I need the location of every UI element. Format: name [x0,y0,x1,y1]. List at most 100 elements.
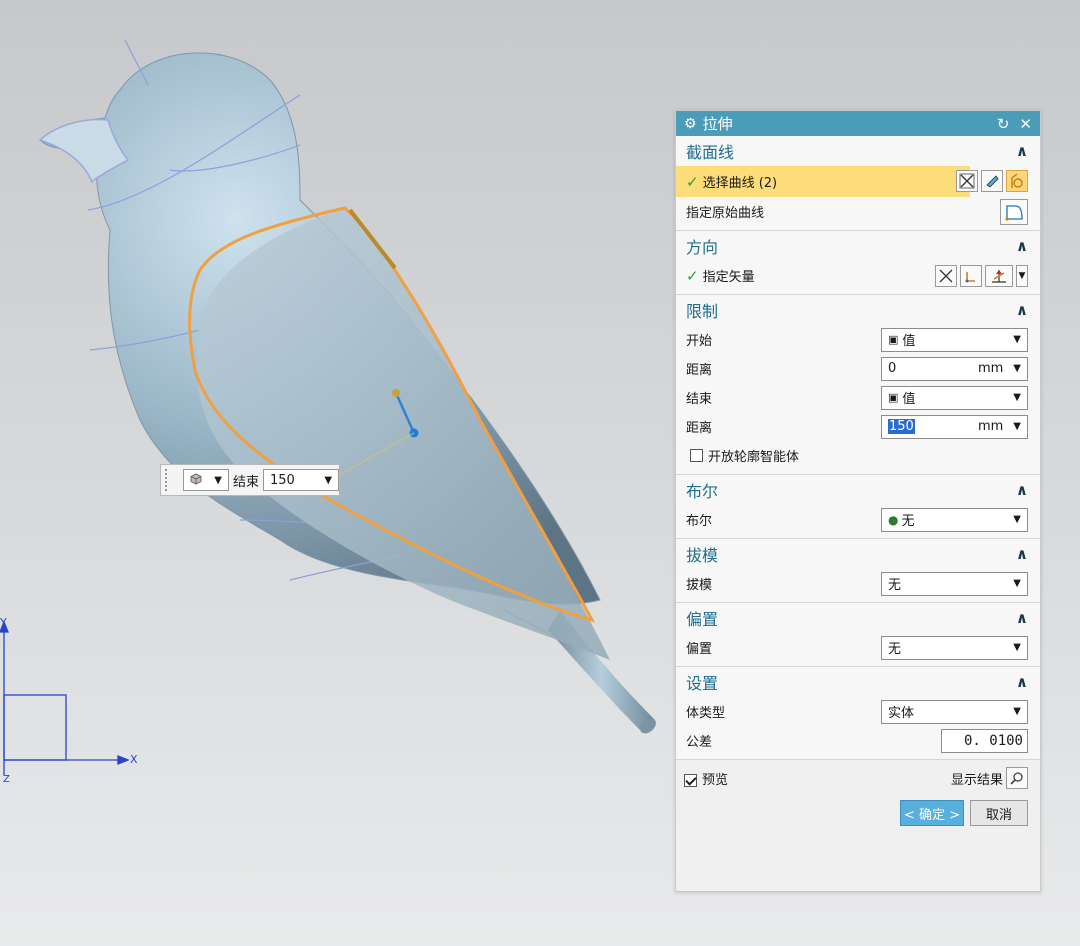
z-axis-label: Z [3,774,10,785]
limits-header[interactable]: 限制 ∧ [676,295,1040,325]
dropdown-arrow-icon: ▼ [1013,363,1021,374]
end-type-select[interactable]: ▣ 值 ▼ [881,385,1028,410]
draft-select[interactable]: 无 ▼ [881,571,1028,596]
limits-title: 限制 [686,302,719,321]
section-title: 截面线 [686,143,735,162]
dropdown-arrow-icon: ▼ [324,474,333,486]
dropdown-arrow-icon: ▼ [214,474,222,486]
start-distance-input[interactable]: 0 mm ▼ [881,356,1028,381]
boolean-row: 布尔 ● 无 ▼ [676,505,1040,534]
start-type-value: 值 [902,334,916,349]
checkmark-icon: ✓ [686,172,699,191]
select-curve-button[interactable] [1006,170,1028,192]
offset-title: 偏置 [686,610,719,629]
collapse-caret-icon[interactable]: ∧ [1016,237,1028,255]
tolerance-input[interactable]: 0. 0100 [941,728,1028,753]
preview-row[interactable]: 预览 [684,769,728,788]
boolean-title: 布尔 [686,482,719,501]
end-label: 结束 [233,474,260,490]
start-distance-row: 距离 0 mm ▼ [676,354,1040,383]
boolean-select[interactable]: ● 无 ▼ [881,507,1028,532]
dialog-footer: 预览 显示结果 < 确定 > 取消 [676,760,1040,826]
collapse-caret-icon[interactable]: ∧ [1016,545,1028,563]
magnifier-icon[interactable] [1006,767,1028,789]
section-header[interactable]: 截面线 ∧ [676,136,1040,166]
preview-checkbox[interactable] [684,773,697,787]
limits-group: 限制 ∧ 开始 ▣ 值 ▼ 距离 0 mm ▼ 结束 ▣ 值 ▼ 距离 150 … [676,295,1040,475]
collapse-caret-icon[interactable]: ∧ [1016,142,1028,160]
end-distance-value: 150 [888,419,915,434]
open-profile-row[interactable]: 开放轮廓智能体 [676,441,1040,470]
section-group: 截面线 ∧ ✓ 选择曲线 (2) 指定原始曲线 [676,136,1040,231]
extrude-dialog: ⚙ 拉伸 ↻ ✕ 截面线 ∧ ✓ 选择曲线 (2) 指定原始曲线 方向 ∧ ✓ … [675,110,1041,892]
draft-value: 无 [888,578,902,593]
boolean-header[interactable]: 布尔 ∧ [676,475,1040,505]
sketch-section-button[interactable] [981,170,1003,192]
cancel-button[interactable]: 取消 [970,800,1028,826]
dropdown-arrow-icon: ▼ [1013,706,1021,717]
unit-label: mm [977,361,1004,376]
tolerance-row: 公差 0. 0100 [676,726,1040,755]
select-curve-label: 选择曲线 (2) [702,176,778,191]
collapse-caret-icon[interactable]: ∧ [1016,481,1028,499]
collapse-caret-icon[interactable]: ∧ [1016,609,1028,627]
dialog-titlebar[interactable]: ⚙ 拉伸 ↻ ✕ [676,111,1040,136]
offset-label: 偏置 [686,642,713,657]
direction-header[interactable]: 方向 ∧ [676,231,1040,261]
original-curve-label: 指定原始曲线 [686,206,765,221]
dropdown-arrow-icon: ▼ [1013,514,1021,525]
offset-header[interactable]: 偏置 ∧ [676,603,1040,633]
original-curve-button[interactable] [1000,198,1028,225]
settings-group: 设置 ∧ 体类型 实体 ▼ 公差 0. 0100 [676,667,1040,760]
draft-title: 拔模 [686,546,719,565]
vector-dialog-button[interactable] [960,264,982,287]
value-type-dropdown[interactable]: ▼ [183,469,229,491]
floating-input-bar[interactable]: ▼ 结束 150 ▼ [160,464,340,496]
unit-label: mm [977,419,1004,434]
collapse-caret-icon[interactable]: ∧ [1016,301,1028,319]
open-profile-checkbox[interactable] [690,449,703,462]
boolean-none-icon: ● [888,512,899,527]
select-curve-row[interactable]: ✓ 选择曲线 (2) [676,166,970,197]
end-row: 结束 ▣ 值 ▼ [676,383,1040,412]
body-type-select[interactable]: 实体 ▼ [881,699,1028,724]
show-result-label: 显示结果 [950,772,1003,788]
tolerance-label: 公差 [686,735,713,750]
boolean-group: 布尔 ∧ 布尔 ● 无 ▼ [676,475,1040,539]
direction-group: 方向 ∧ ✓ 指定矢量 ▼ [676,231,1040,295]
body-type-row: 体类型 实体 ▼ [676,697,1040,726]
extrude-preview[interactable] [188,206,611,660]
end-value-text: 150 [270,472,295,488]
offset-select[interactable]: 无 ▼ [881,635,1028,660]
original-curve-row[interactable]: 指定原始曲线 [676,197,1040,226]
end-label: 结束 [686,392,713,407]
ok-button[interactable]: < 确定 > [899,800,964,826]
end-distance-input[interactable]: 150 mm ▼ [881,414,1028,439]
start-distance-label: 距离 [686,363,713,378]
dropdown-arrow-icon: ▼ [1013,642,1021,653]
y-axis-label: Y [0,616,7,629]
draft-label: 拔模 [686,578,713,593]
draft-header[interactable]: 拔模 ∧ [676,539,1040,569]
close-icon[interactable]: ✕ [1019,115,1032,133]
end-type-value: 值 [902,392,916,407]
settings-header[interactable]: 设置 ∧ [676,667,1040,697]
end-value-input[interactable]: 150 ▼ [263,469,340,491]
curve-rule-button[interactable] [956,170,978,192]
boolean-value: 无 [901,514,915,529]
reverse-direction-button[interactable] [935,264,957,287]
collapse-caret-icon[interactable]: ∧ [1016,673,1028,691]
body-type-value: 实体 [888,706,915,721]
reset-icon[interactable]: ↻ [997,115,1010,133]
dropdown-arrow-icon: ▼ [1013,578,1021,589]
vector-dropdown-button[interactable]: ▼ [1016,264,1028,287]
start-type-select[interactable]: ▣ 值 ▼ [881,327,1028,352]
offset-group: 偏置 ∧ 偏置 无 ▼ [676,603,1040,667]
body-type-label: 体类型 [686,706,726,721]
gear-icon: ⚙ [684,115,697,132]
vector-type-button[interactable] [985,264,1013,287]
specify-vector-row[interactable]: ✓ 指定矢量 ▼ [676,261,1040,290]
preview-label: 预览 [702,772,729,788]
drag-grip[interactable] [165,469,173,491]
show-result-row[interactable]: 显示结果 [951,767,1028,789]
